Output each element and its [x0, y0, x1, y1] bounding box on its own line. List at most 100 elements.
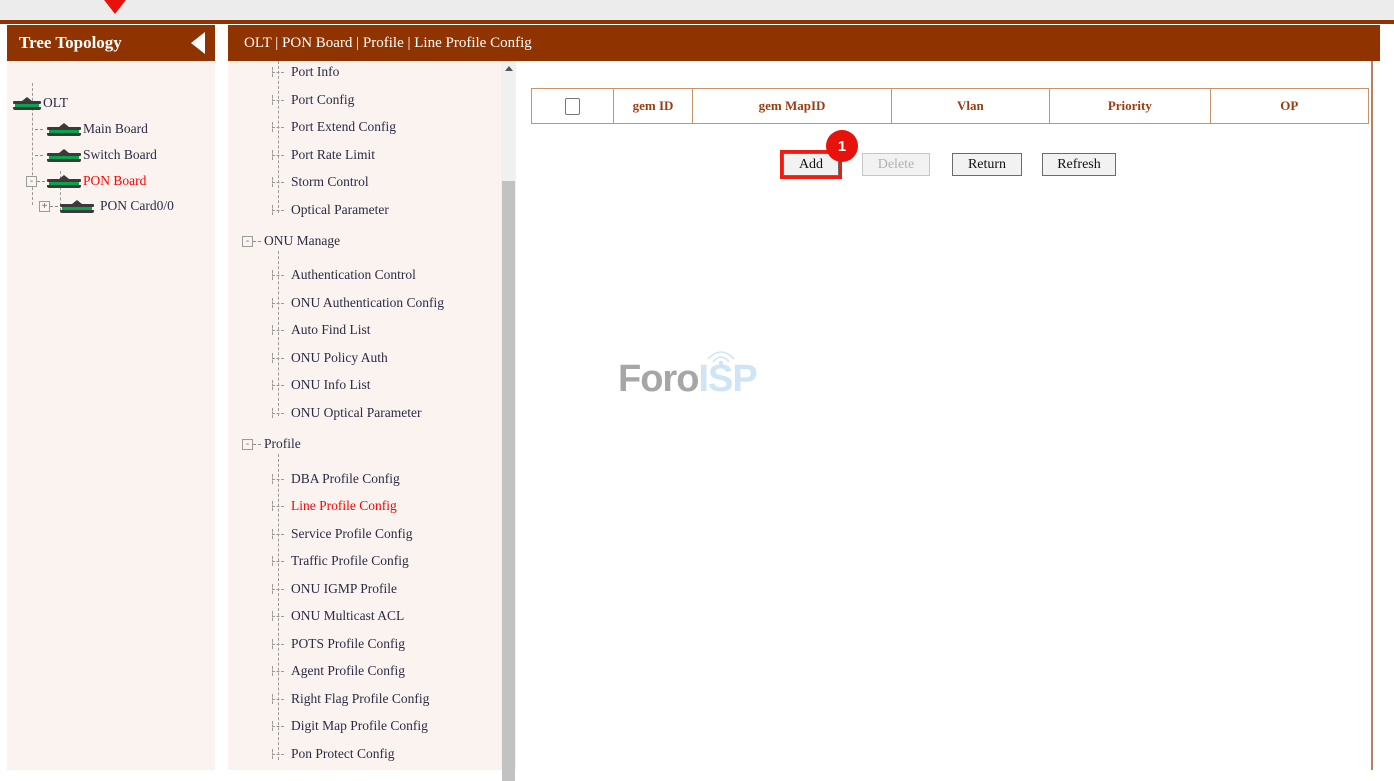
nav-item-label: Traffic Profile Config — [291, 553, 409, 569]
nav-item-authentication-control[interactable]: Authentication Control — [270, 267, 416, 283]
device-board-icon — [13, 97, 41, 110]
table-header-gem-mapid: gem MapID — [693, 89, 891, 123]
nav-branch-dash — [270, 611, 286, 621]
tree-expand-toggle[interactable]: + — [39, 201, 50, 212]
nav-branch-dash — [270, 639, 286, 649]
device-board-icon — [47, 123, 81, 136]
table-header-op: OP — [1211, 89, 1368, 123]
nav-branch-dash — [270, 666, 286, 676]
nav-connector-line — [278, 61, 279, 213]
nav-item-dba-profile-config[interactable]: DBA Profile Config — [270, 471, 400, 487]
nav-item-label: ONU Info List — [291, 377, 371, 393]
navigation-menu-panel: Port Info Port Config Port Extend Config Po… — [228, 61, 516, 770]
nav-item-pon-protect-config[interactable]: Pon Protect Config — [270, 746, 395, 762]
left-caret-icon[interactable] — [191, 32, 205, 54]
nav-item-traffic-profile-config[interactable]: Traffic Profile Config — [270, 553, 409, 569]
tree-node-label: PON Board — [83, 173, 146, 189]
nav-item-onu-optical-parameter[interactable]: ONU Optical Parameter — [270, 405, 421, 421]
top-divider-rule — [0, 20, 1394, 24]
content-right-border — [1371, 61, 1373, 770]
red-down-arrow-icon — [101, 0, 129, 14]
nav-branch-dash — [270, 529, 286, 539]
nav-item-label: Right Flag Profile Config — [291, 691, 429, 707]
tree-node-switch-board[interactable]: Switch Board — [35, 147, 157, 163]
nav-branch-dash — [270, 380, 286, 390]
nav-item-agent-profile-config[interactable]: Agent Profile Config — [270, 663, 405, 679]
nav-group-label: Profile — [264, 436, 301, 452]
nav-item-label: POTS Profile Config — [291, 636, 405, 652]
nav-branch-dash — [270, 501, 286, 511]
nav-item-label: Optical Parameter — [291, 202, 389, 218]
nav-item-onu-multicast-acl[interactable]: ONU Multicast ACL — [270, 608, 404, 624]
return-button[interactable]: Return — [952, 153, 1022, 176]
nav-item-storm-control[interactable]: Storm Control — [270, 174, 369, 190]
nav-branch-dash — [270, 721, 286, 731]
tree-branch-dash — [37, 181, 45, 182]
nav-branch-dash — [253, 444, 261, 445]
table-header-select-all — [532, 89, 614, 123]
column-label: OP — [1280, 98, 1298, 114]
nav-branch-dash — [270, 694, 286, 704]
tree-branch-dash — [35, 129, 43, 130]
delete-button: Delete — [862, 153, 930, 176]
nav-item-label: Port Rate Limit — [291, 147, 375, 163]
wifi-signal-icon — [704, 346, 738, 366]
nav-group-onu-manage[interactable]: -ONU Manage — [242, 233, 340, 249]
tree-node-label: Switch Board — [83, 147, 157, 163]
nav-item-onu-authentication-config[interactable]: ONU Authentication Config — [270, 295, 444, 311]
nav-item-label: Authentication Control — [291, 267, 416, 283]
nav-item-right-flag-profile-config[interactable]: Right Flag Profile Config — [270, 691, 429, 707]
scroll-up-button[interactable] — [501, 61, 516, 76]
nav-branch-dash — [270, 205, 286, 215]
nav-item-label: Port Info — [291, 64, 339, 80]
nav-branch-dash — [270, 67, 286, 77]
nav-branch-dash — [270, 584, 286, 594]
tree-node-main-board[interactable]: Main Board — [35, 121, 148, 137]
nav-branch-dash — [270, 150, 286, 160]
nav-item-auto-find-list[interactable]: Auto Find List — [270, 322, 371, 338]
nav-item-label: Digit Map Profile Config — [291, 718, 428, 734]
step-badge-1: 1 — [826, 130, 858, 162]
profile-table-header: gem ID gem MapID Vlan Priority OP — [531, 88, 1369, 124]
nav-item-digit-map-profile-config[interactable]: Digit Map Profile Config — [270, 718, 428, 734]
nav-item-onu-info-list[interactable]: ONU Info List — [270, 377, 371, 393]
nav-group-profile[interactable]: -Profile — [242, 436, 301, 452]
tree-topology-title: Tree Topology — [19, 33, 122, 53]
nav-item-label: Auto Find List — [291, 322, 371, 338]
nav-item-port-info[interactable]: Port Info — [270, 64, 339, 80]
tree-collapse-toggle[interactable]: - — [26, 176, 37, 187]
nav-branch-dash — [270, 95, 286, 105]
foroisp-watermark: ForoISP — [618, 358, 778, 402]
nav-group-label: ONU Manage — [264, 233, 340, 249]
nav-item-onu-igmp-profile[interactable]: ONU IGMP Profile — [270, 581, 397, 597]
nav-item-onu-policy-auth[interactable]: ONU Policy Auth — [270, 350, 388, 366]
nav-group-toggle[interactable]: - — [242, 439, 253, 450]
nav-item-optical-parameter[interactable]: Optical Parameter — [270, 202, 389, 218]
device-board-icon — [47, 149, 81, 162]
tree-node-olt[interactable]: OLT — [13, 95, 68, 111]
nav-branch-dash — [253, 241, 261, 242]
nav-item-line-profile-config[interactable]: Line Profile Config — [270, 498, 397, 514]
refresh-button[interactable]: Refresh — [1042, 153, 1116, 176]
breadcrumb: OLT | PON Board | Profile | Line Profile… — [244, 25, 532, 61]
nav-item-port-extend-config[interactable]: Port Extend Config — [270, 119, 396, 135]
nav-item-pots-profile-config[interactable]: POTS Profile Config — [270, 636, 405, 652]
table-header-gem-id: gem ID — [614, 89, 694, 123]
tree-node-pon-board[interactable]: - PON Board — [26, 173, 146, 189]
nav-item-service-profile-config[interactable]: Service Profile Config — [270, 526, 412, 542]
tree-node-pon-card-0-0[interactable]: + PON Card0/0 — [39, 198, 174, 214]
tree-node-label: OLT — [43, 95, 68, 111]
nav-branch-dash — [270, 177, 286, 187]
nav-item-port-config[interactable]: Port Config — [270, 92, 354, 108]
navigation-scrollbar[interactable] — [501, 61, 516, 770]
nav-item-port-rate-limit[interactable]: Port Rate Limit — [270, 147, 375, 163]
nav-branch-dash — [270, 474, 286, 484]
select-all-checkbox[interactable] — [565, 98, 580, 115]
nav-branch-dash — [270, 298, 286, 308]
table-header-vlan: Vlan — [892, 89, 1050, 123]
nav-group-toggle[interactable]: - — [242, 236, 253, 247]
tree-topology-header: Tree Topology — [7, 25, 215, 61]
navigation-scrollbar-thumb[interactable] — [502, 181, 515, 781]
nav-item-label: Port Config — [291, 92, 354, 108]
device-board-icon — [60, 200, 94, 213]
